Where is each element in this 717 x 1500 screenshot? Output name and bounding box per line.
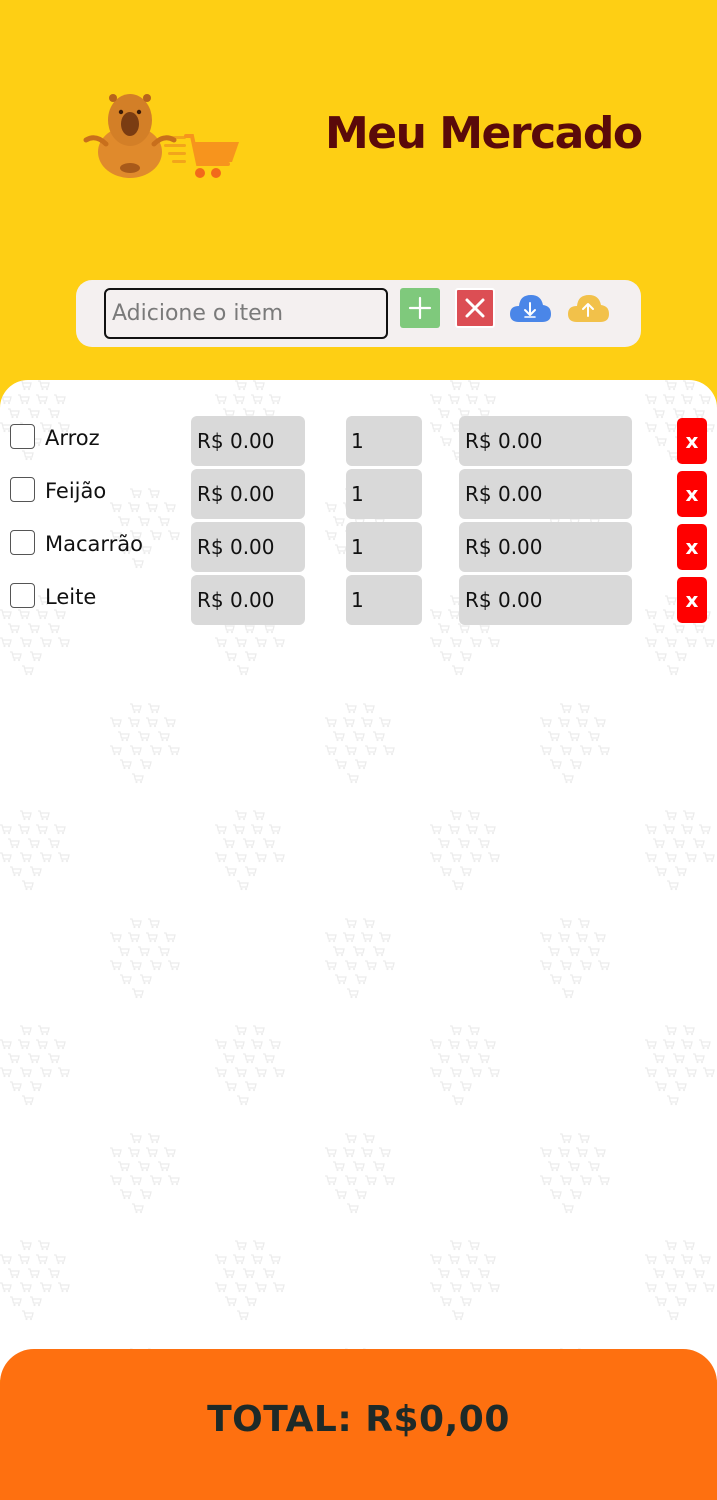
item-checkbox[interactable] — [10, 583, 35, 608]
item-name-input[interactable] — [104, 288, 388, 339]
remove-item-button[interactable]: x — [677, 524, 707, 570]
item-total-field: R$ 0.00 — [459, 416, 632, 466]
capybara-cart-logo — [82, 90, 242, 185]
item-quantity-field[interactable]: 1 — [346, 469, 422, 519]
item-total-field: R$ 0.00 — [459, 575, 632, 625]
remove-item-button[interactable]: x — [677, 418, 707, 464]
add-item-button[interactable] — [400, 288, 440, 328]
item-checkbox[interactable] — [10, 477, 35, 502]
shopping-list-panel: Arroz R$ 0.00 1 R$ 0.00 x Feijão R$ 0.00… — [0, 380, 717, 1380]
grand-total: TOTAL: R$0,00 — [207, 1399, 510, 1440]
item-price-field[interactable]: R$ 0.00 — [191, 469, 305, 519]
remove-item-button[interactable]: x — [677, 577, 707, 623]
app-title: Meu Mercado — [325, 108, 643, 159]
item-checkbox[interactable] — [10, 424, 35, 449]
list-item: Feijão R$ 0.00 1 R$ 0.00 x — [0, 469, 717, 519]
item-quantity-field[interactable]: 1 — [346, 416, 422, 466]
plus-icon — [408, 296, 432, 320]
list-item: Arroz R$ 0.00 1 R$ 0.00 x — [0, 416, 717, 466]
item-price-field[interactable]: R$ 0.00 — [191, 575, 305, 625]
item-quantity-field[interactable]: 1 — [346, 575, 422, 625]
item-name: Macarrão — [45, 532, 144, 556]
cloud-upload-icon — [568, 295, 609, 322]
list-item: Leite R$ 0.00 1 R$ 0.00 x — [0, 575, 717, 625]
clear-list-button[interactable] — [455, 288, 495, 328]
item-name: Arroz — [45, 426, 100, 450]
add-item-toolbar — [76, 280, 641, 347]
item-total-field: R$ 0.00 — [459, 522, 632, 572]
close-icon — [465, 298, 485, 318]
item-name: Leite — [45, 585, 97, 609]
upload-list-button[interactable] — [565, 288, 611, 328]
remove-item-button[interactable]: x — [677, 471, 707, 517]
item-price-field[interactable]: R$ 0.00 — [191, 416, 305, 466]
download-list-button[interactable] — [507, 288, 553, 328]
total-footer: TOTAL: R$0,00 — [0, 1349, 717, 1500]
item-checkbox[interactable] — [10, 530, 35, 555]
item-price-field[interactable]: R$ 0.00 — [191, 522, 305, 572]
list-item: Macarrão R$ 0.00 1 R$ 0.00 x — [0, 522, 717, 572]
cloud-download-icon — [510, 295, 551, 322]
item-quantity-field[interactable]: 1 — [346, 522, 422, 572]
item-name: Feijão — [45, 479, 107, 503]
item-total-field: R$ 0.00 — [459, 469, 632, 519]
